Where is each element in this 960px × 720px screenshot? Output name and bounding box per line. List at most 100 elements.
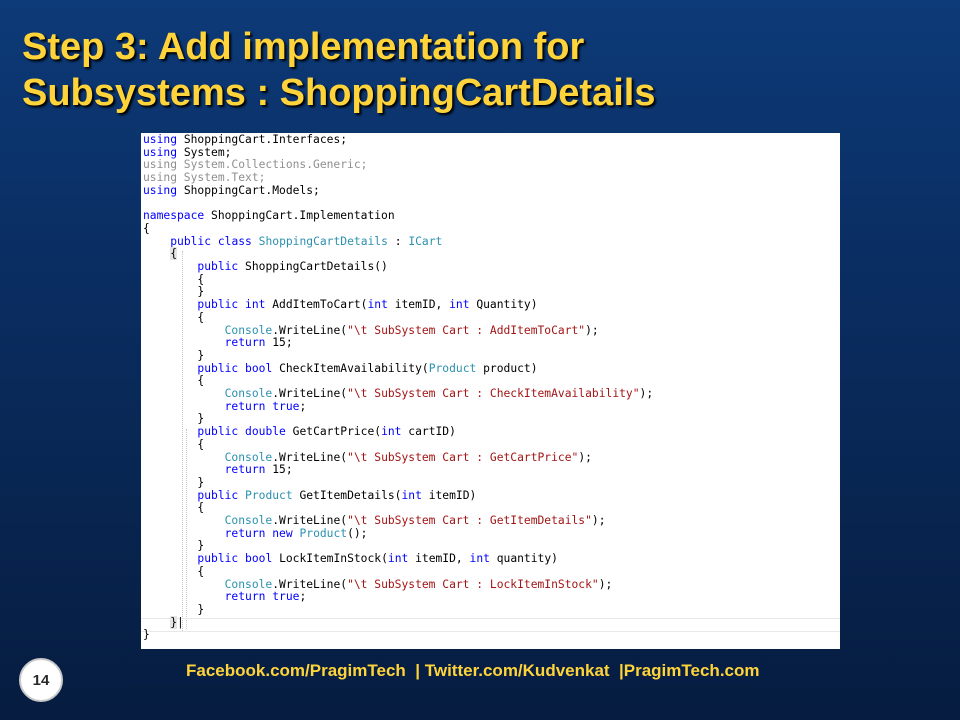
code-token: "\t SubSystem Cart : CheckItemAvailabili… bbox=[347, 387, 640, 400]
code-line: public int AddItemToCart(int itemID, int… bbox=[143, 298, 537, 312]
code-line: } bbox=[143, 349, 204, 362]
code-token: int bbox=[449, 298, 470, 312]
slide-title: Step 3: Add implementation for Subsystem… bbox=[22, 24, 932, 116]
code-token: int bbox=[401, 488, 422, 502]
code-token: ShoppingCart.Implementation bbox=[204, 209, 395, 223]
code-token: { bbox=[143, 310, 205, 324]
code-token: class bbox=[217, 234, 252, 248]
current-line-highlight bbox=[141, 618, 840, 632]
code-token: Product bbox=[299, 526, 348, 540]
slide-title-line-2: Subsystems : ShoppingCartDetails bbox=[22, 72, 656, 114]
code-token: bool bbox=[245, 552, 273, 566]
code-token: return bbox=[224, 336, 266, 350]
code-token: return bbox=[224, 526, 266, 540]
code-line: }| bbox=[143, 615, 184, 629]
code-line: { bbox=[143, 438, 204, 451]
code-token: { bbox=[170, 247, 178, 261]
code-line: public Product GetItemDetails(int itemID… bbox=[143, 489, 476, 502]
code-line: } bbox=[143, 285, 204, 298]
code-token: | bbox=[177, 615, 184, 629]
code-token: Product bbox=[245, 488, 293, 502]
code-token: .WriteLine( bbox=[272, 323, 348, 337]
code-token: } bbox=[143, 412, 205, 426]
code-token: Console bbox=[224, 450, 273, 464]
code-token: namespace bbox=[143, 209, 205, 223]
code-token: GetCartPrice( bbox=[285, 425, 382, 439]
code-token: AddItemToCart( bbox=[265, 298, 368, 312]
code-token: int bbox=[245, 298, 266, 312]
code-token: } bbox=[143, 602, 205, 616]
code-line: } bbox=[143, 603, 204, 616]
code-token: itemID) bbox=[421, 488, 477, 502]
code-token: { bbox=[143, 501, 205, 515]
code-line: { bbox=[143, 311, 204, 324]
code-token: Product bbox=[428, 361, 477, 375]
page-number-badge: 14 bbox=[19, 658, 63, 702]
code-token: .WriteLine( bbox=[272, 450, 348, 464]
code-screenshot: using ShoppingCart.Interfaces; using Syst… bbox=[141, 133, 840, 649]
code-token: itemID, bbox=[408, 552, 470, 566]
code-token: ShoppingCartDetails() bbox=[238, 260, 388, 273]
code-token: public bbox=[197, 552, 239, 566]
code-token: "\t SubSystem Cart : GetCartPrice" bbox=[347, 450, 579, 464]
code-token: public bbox=[170, 234, 212, 248]
code-token: ShoppingCartDetails bbox=[258, 234, 388, 248]
code-token: Console bbox=[224, 577, 273, 591]
code-line: Console.WriteLine("\t SubSystem Cart : G… bbox=[143, 451, 592, 464]
code-token: public bbox=[197, 488, 239, 502]
code-token: public bbox=[197, 260, 239, 273]
code-token: Console bbox=[224, 387, 273, 400]
code-token: public bbox=[197, 425, 239, 439]
code-token: ShoppingCart.Interfaces; bbox=[177, 133, 348, 146]
code-token: ; bbox=[299, 590, 307, 604]
code-token: (); bbox=[347, 526, 368, 540]
code-token: ); bbox=[639, 387, 654, 400]
slide-title-line-1: Step 3: Add implementation for bbox=[22, 26, 585, 68]
code-line: using System.Text; bbox=[143, 171, 265, 184]
code-token: int bbox=[469, 552, 490, 566]
code-token: } bbox=[143, 539, 205, 553]
code-token: "\t SubSystem Cart : AddItemToCart" bbox=[347, 323, 586, 337]
code-token: cartID) bbox=[401, 425, 456, 439]
code-line: } bbox=[143, 412, 204, 425]
code-token: } bbox=[143, 475, 205, 489]
code-line: { bbox=[143, 247, 178, 261]
code-line: Console.WriteLine("\t SubSystem Cart : A… bbox=[143, 324, 599, 337]
code-token: true bbox=[272, 590, 300, 604]
code-token: using bbox=[143, 133, 178, 146]
code-token: ; bbox=[299, 399, 307, 413]
code-token: int bbox=[367, 298, 388, 312]
code-line: public class ShoppingCartDetails : ICart bbox=[143, 235, 442, 248]
code-token: return bbox=[224, 399, 266, 413]
code-line: public ShoppingCartDetails() bbox=[143, 260, 388, 273]
code-line: return new Product(); bbox=[143, 526, 368, 540]
code-token: bool bbox=[245, 361, 273, 375]
code-line: Console.WriteLine("\t SubSystem Cart : C… bbox=[143, 387, 654, 400]
code-token: ICart bbox=[408, 234, 443, 248]
code-token: true bbox=[272, 399, 300, 413]
code-token: { bbox=[143, 374, 205, 388]
code-token: return bbox=[224, 463, 266, 477]
code-token: GetItemDetails( bbox=[292, 488, 402, 502]
code-token: ); bbox=[598, 577, 613, 591]
code-token: "\t SubSystem Cart : GetItemDetails" bbox=[347, 514, 592, 527]
code-line: public bool CheckItemAvailability(Produc… bbox=[143, 361, 537, 375]
code-token: CheckItemAvailability( bbox=[272, 361, 429, 375]
code-line: { bbox=[143, 273, 204, 286]
code-token: .WriteLine( bbox=[272, 387, 348, 400]
code-token: 15; bbox=[265, 336, 293, 350]
code-token: { bbox=[143, 272, 205, 286]
code-token: return bbox=[224, 590, 266, 604]
